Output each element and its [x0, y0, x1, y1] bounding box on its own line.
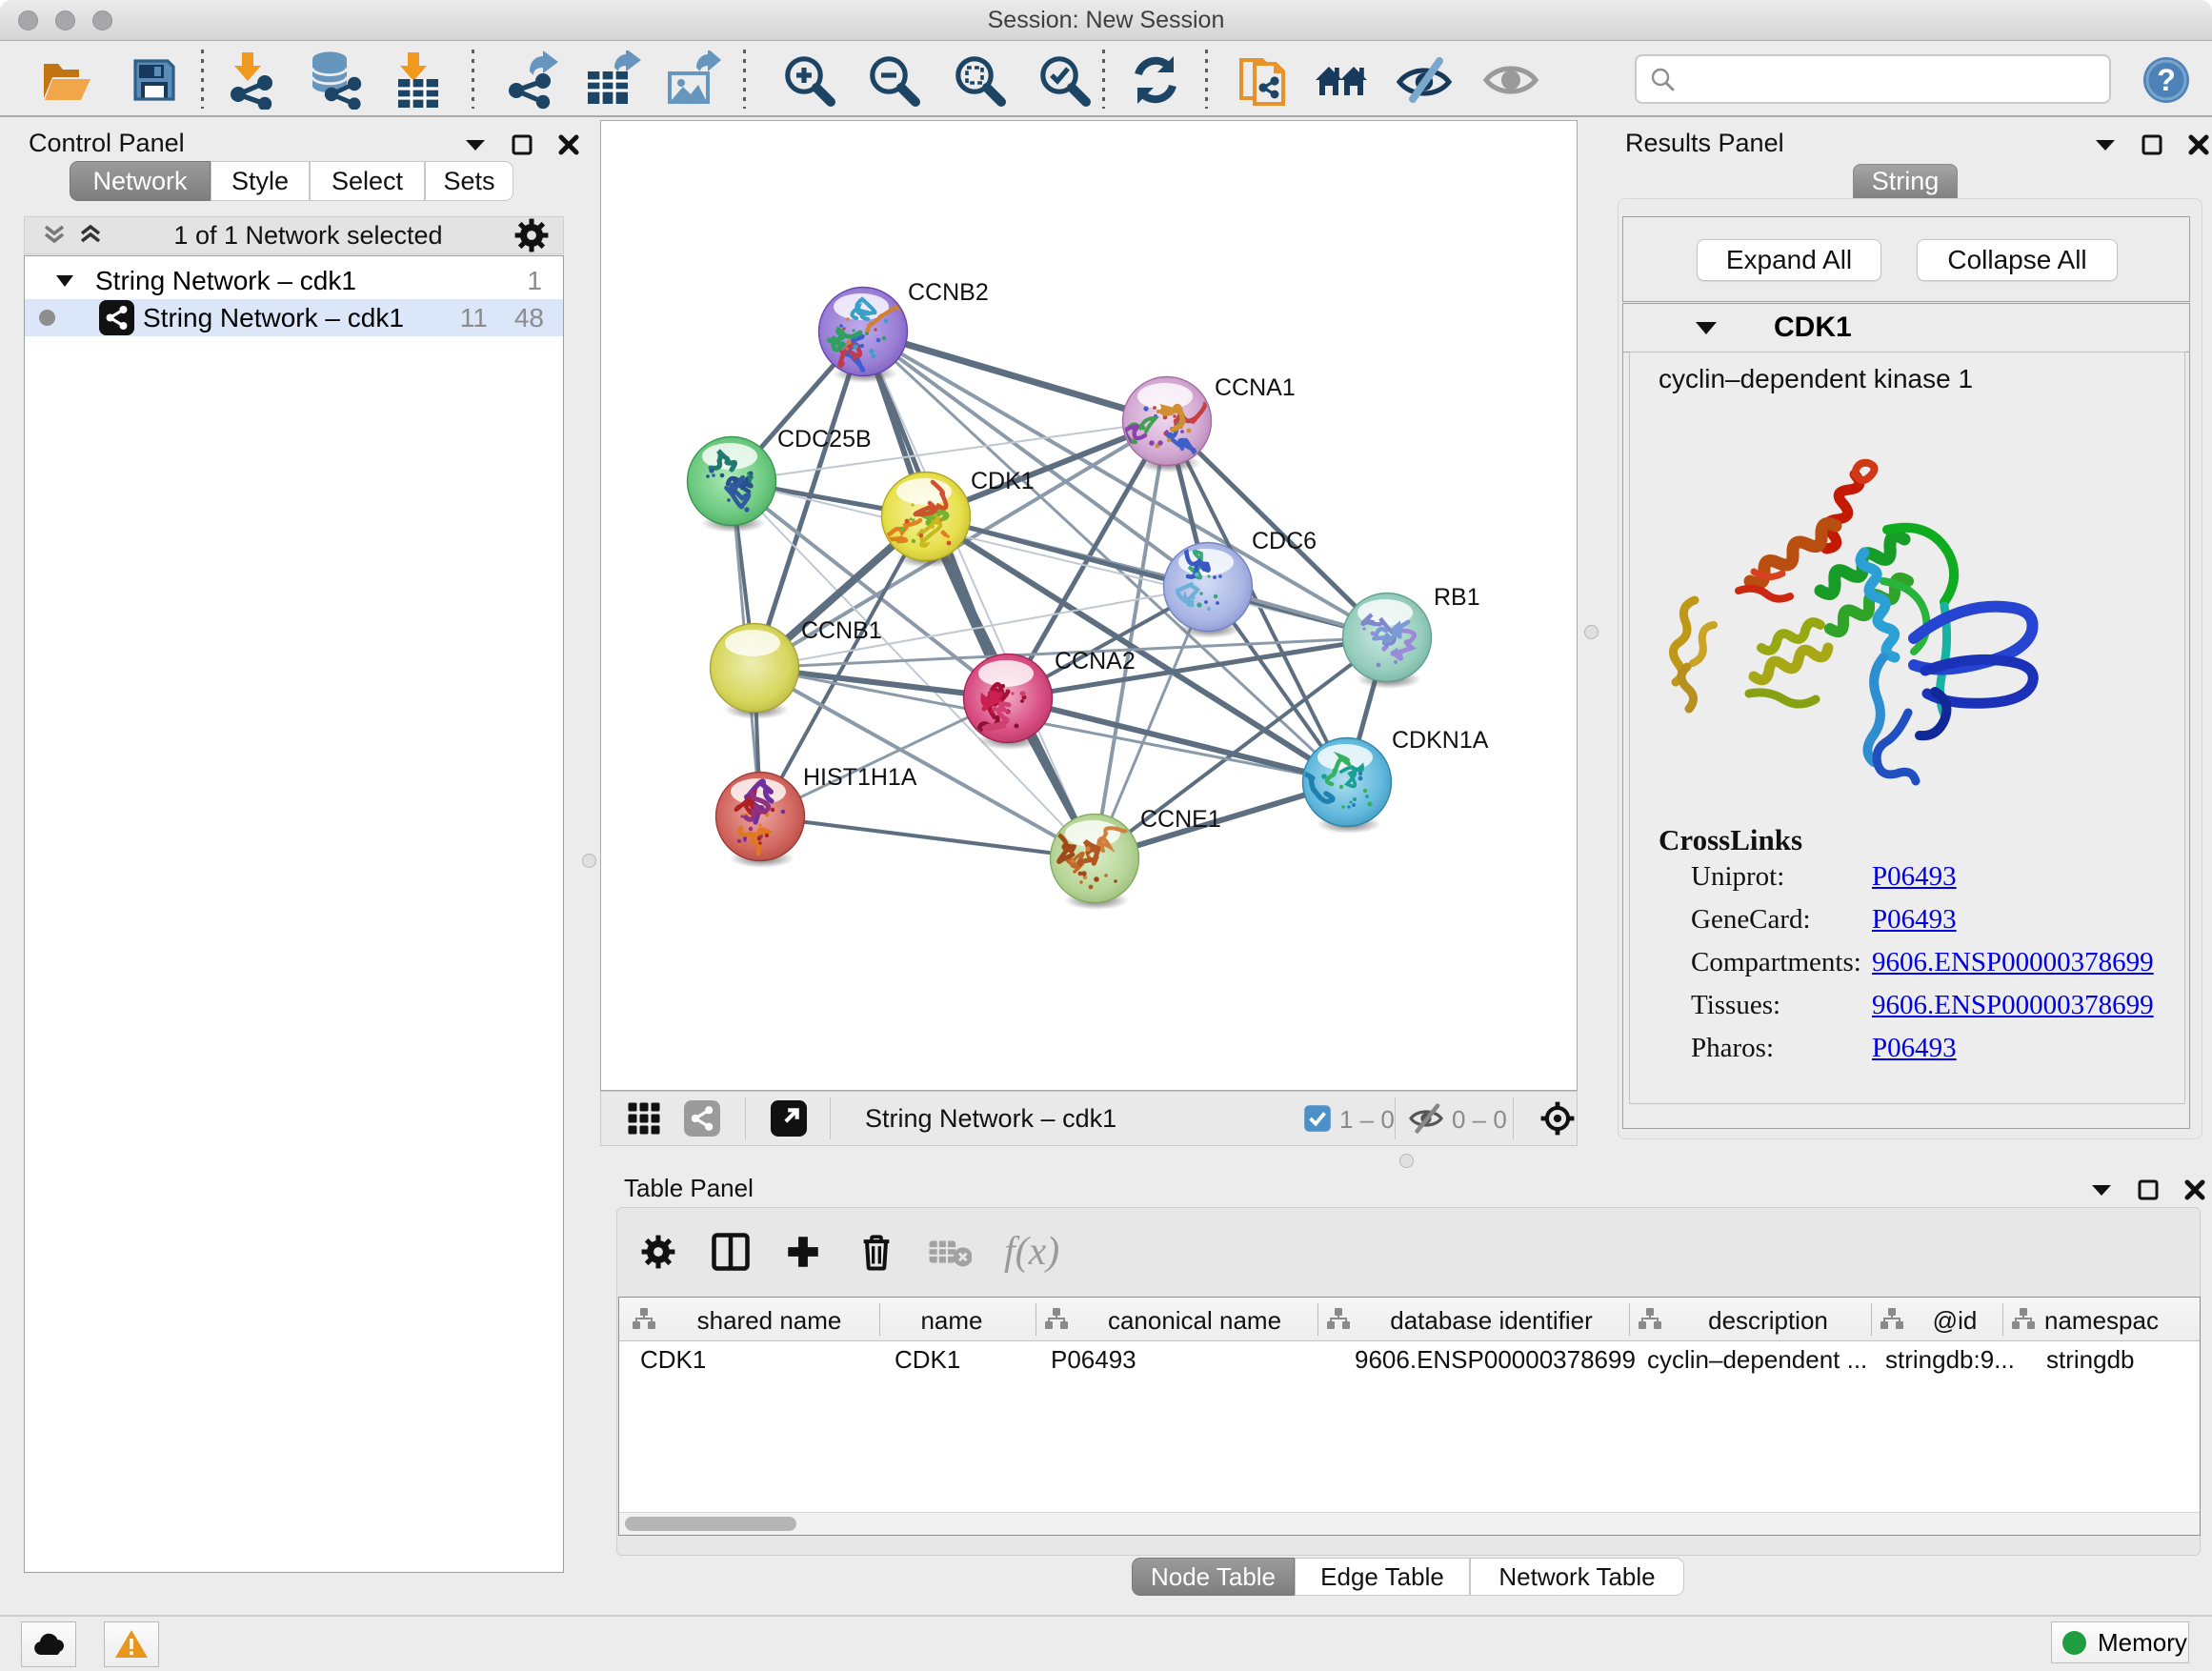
svg-text:?: ?: [2157, 63, 2176, 97]
svg-text:CCNB2: CCNB2: [908, 279, 989, 306]
svg-text:CCNA1: CCNA1: [1215, 374, 1296, 401]
svg-text:CDK1: CDK1: [971, 468, 1035, 494]
svg-text:RB1: RB1: [1434, 584, 1480, 611]
svg-text:CDKN1A: CDKN1A: [1392, 727, 1489, 754]
svg-text:CCNB1: CCNB1: [801, 617, 882, 644]
svg-text:CCNA2: CCNA2: [1055, 648, 1136, 674]
svg-text:HIST1H1A: HIST1H1A: [803, 764, 917, 791]
svg-text:CDC25B: CDC25B: [777, 426, 872, 453]
svg-text:CCNE1: CCNE1: [1140, 806, 1221, 833]
svg-text:CDC6: CDC6: [1252, 528, 1317, 554]
